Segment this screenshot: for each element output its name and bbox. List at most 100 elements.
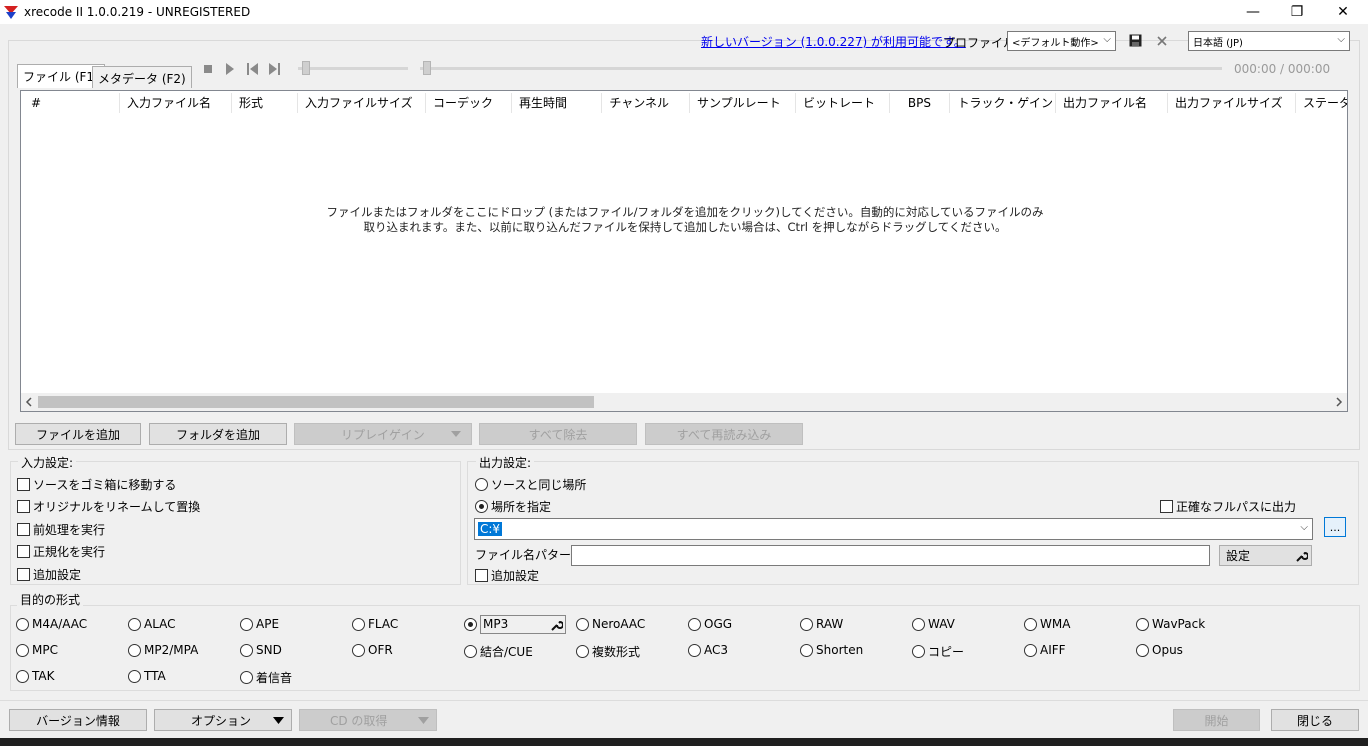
column-header-status[interactable]: ステータス xyxy=(1297,91,1347,115)
column-header-format[interactable]: 形式 xyxy=(233,91,297,115)
play-icon[interactable] xyxy=(225,63,235,75)
output-specify-location[interactable]: 場所を指定 xyxy=(475,498,551,515)
column-header-output-size[interactable]: 出力ファイルサイズ xyxy=(1169,91,1295,115)
previous-track-icon[interactable] xyxy=(247,63,259,75)
language-select[interactable]: 日本語 (JP) ⌵ xyxy=(1188,31,1350,51)
format-mp3[interactable]: MP3 xyxy=(464,614,570,634)
output-path-combo[interactable]: C:¥ ⌵ xyxy=(474,518,1313,540)
radio-button[interactable] xyxy=(464,645,477,658)
format-mpc[interactable]: MPC xyxy=(16,643,58,657)
radio-button[interactable] xyxy=(576,617,589,631)
radio-button[interactable] xyxy=(128,617,141,631)
radio-button[interactable] xyxy=(1024,643,1037,657)
filename-pattern-input[interactable] xyxy=(571,545,1210,566)
maximize-button[interactable]: ❐ xyxy=(1274,0,1320,24)
option-output-extra[interactable]: 追加設定 xyxy=(475,567,539,584)
radio-button[interactable] xyxy=(240,643,253,657)
output-exact-fullpath[interactable]: 正確なフルパスに出力 xyxy=(1160,498,1296,515)
option-move-to-trash[interactable]: ソースをゴミ箱に移動する xyxy=(17,476,176,493)
format-raw[interactable]: RAW xyxy=(800,617,843,631)
tab-metadata[interactable]: メタデータ (F2) xyxy=(92,66,192,88)
radio-button[interactable] xyxy=(576,645,589,658)
pattern-settings-button[interactable]: 設定 xyxy=(1219,545,1312,566)
checkbox[interactable] xyxy=(17,545,30,558)
format-mp2-mpa[interactable]: MP2/MPA xyxy=(128,643,198,657)
format-multiple[interactable]: 複数形式 xyxy=(576,643,640,660)
format-ofr[interactable]: OFR xyxy=(352,643,393,657)
radio-button[interactable] xyxy=(475,500,488,513)
radio-button[interactable] xyxy=(1136,643,1149,657)
radio-button[interactable] xyxy=(1136,617,1149,631)
radio-button[interactable] xyxy=(912,617,925,631)
radio-button[interactable] xyxy=(464,617,477,631)
checkbox[interactable] xyxy=(17,478,30,491)
column-header-bps[interactable]: BPS xyxy=(891,91,949,115)
radio-button[interactable] xyxy=(1024,617,1037,631)
checkbox[interactable] xyxy=(17,568,30,581)
format-wavpack[interactable]: WavPack xyxy=(1136,617,1205,631)
radio-button[interactable] xyxy=(800,617,813,631)
radio-button[interactable] xyxy=(688,617,701,631)
option-normalize[interactable]: 正規化を実行 xyxy=(17,543,105,560)
wrench-icon[interactable] xyxy=(551,619,563,631)
seek-slider-thumb[interactable] xyxy=(423,61,431,75)
radio-button[interactable] xyxy=(352,643,365,657)
next-track-icon[interactable] xyxy=(268,63,280,75)
format-shorten[interactable]: Shorten xyxy=(800,643,863,657)
scroll-right-icon[interactable] xyxy=(1335,397,1343,407)
browse-button[interactable]: ... xyxy=(1324,517,1346,537)
option-input-extra[interactable]: 追加設定 xyxy=(17,566,81,583)
update-link[interactable]: 新しいバージョン (1.0.0.227) が利用可能です。 xyxy=(701,33,966,50)
format-alac[interactable]: ALAC xyxy=(128,617,176,631)
radio-button[interactable] xyxy=(800,643,813,657)
format-wav[interactable]: WAV xyxy=(912,617,955,631)
volume-slider-thumb[interactable] xyxy=(302,61,310,75)
format-tak[interactable]: TAK xyxy=(16,669,54,683)
version-info-button[interactable]: バージョン情報 xyxy=(9,709,147,731)
format-neroaac[interactable]: NeroAAC xyxy=(576,617,645,631)
stop-icon[interactable] xyxy=(203,64,213,74)
format-opus[interactable]: Opus xyxy=(1136,643,1183,657)
column-header-input-size[interactable]: 入力ファイルサイズ xyxy=(299,91,425,115)
format-m4a-aac[interactable]: M4A/AAC xyxy=(16,617,87,631)
radio-button[interactable] xyxy=(352,617,365,631)
replaygain-button[interactable]: リプレイゲイン xyxy=(294,423,472,445)
file-list[interactable]: # 入力ファイル名 形式 入力ファイルサイズ コーデック 再生時間 チャンネル … xyxy=(20,90,1348,412)
checkbox[interactable] xyxy=(17,523,30,536)
radio-button[interactable] xyxy=(128,669,141,683)
remove-all-button[interactable]: すべて除去 xyxy=(479,423,637,445)
close-button[interactable]: 閉じる xyxy=(1271,709,1359,731)
horizontal-scrollbar[interactable] xyxy=(21,393,1347,411)
format-ape[interactable]: APE xyxy=(240,617,279,631)
format-mp3-box[interactable]: MP3 xyxy=(480,614,566,634)
format-copy[interactable]: コピー xyxy=(912,643,964,660)
output-same-as-source[interactable]: ソースと同じ場所 xyxy=(475,476,586,493)
radio-button[interactable] xyxy=(16,669,29,683)
scrollbar-thumb[interactable] xyxy=(38,396,594,408)
checkbox[interactable] xyxy=(1160,500,1173,513)
column-header-track-gain[interactable]: トラック・ゲイン xyxy=(951,91,1055,115)
format-ringtone[interactable]: 着信音 xyxy=(240,669,292,686)
format-snd[interactable]: SND xyxy=(240,643,282,657)
option-rename-replace[interactable]: オリジナルをリネームして置換 xyxy=(17,498,200,515)
cd-rip-button[interactable]: CD の取得 xyxy=(299,709,437,731)
format-wma[interactable]: WMA xyxy=(1024,617,1070,631)
radio-button[interactable] xyxy=(688,643,701,657)
minimize-button[interactable]: — xyxy=(1230,0,1276,24)
add-file-button[interactable]: ファイルを追加 xyxy=(15,423,141,445)
format-ogg[interactable]: OGG xyxy=(688,617,732,631)
add-folder-button[interactable]: フォルダを追加 xyxy=(149,423,287,445)
format-tta[interactable]: TTA xyxy=(128,669,166,683)
column-header-channels[interactable]: チャンネル xyxy=(603,91,689,115)
format-join-cue[interactable]: 結合/CUE xyxy=(464,643,533,660)
reload-all-button[interactable]: すべて再読み込み xyxy=(645,423,803,445)
start-button[interactable]: 開始 xyxy=(1173,709,1260,731)
column-header-input-name[interactable]: 入力ファイル名 xyxy=(121,91,231,115)
format-aiff[interactable]: AIFF xyxy=(1024,643,1066,657)
delete-profile-icon[interactable] xyxy=(1157,36,1167,46)
format-ac3[interactable]: AC3 xyxy=(688,643,728,657)
radio-button[interactable] xyxy=(240,617,253,631)
checkbox[interactable] xyxy=(17,500,30,513)
scroll-left-icon[interactable] xyxy=(25,397,33,407)
column-header-sample-rate[interactable]: サンプルレート xyxy=(691,91,795,115)
